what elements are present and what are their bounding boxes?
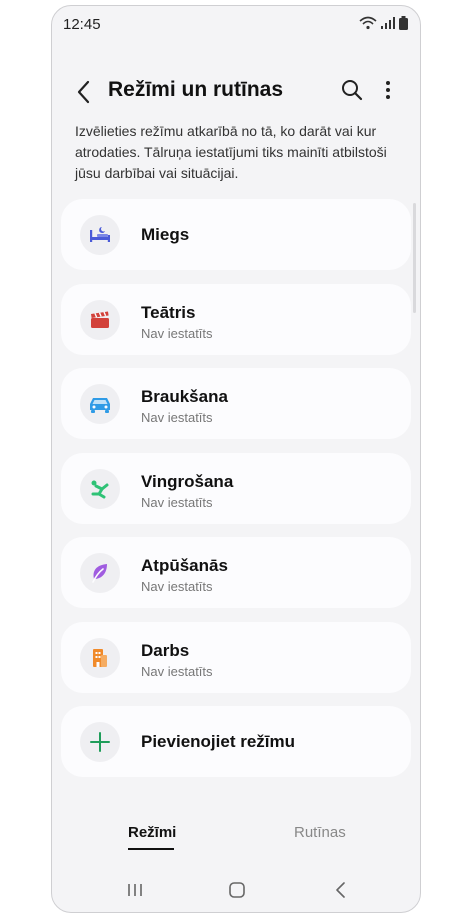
mode-name: Braukšana xyxy=(141,387,228,406)
status-icons xyxy=(359,16,408,30)
mode-icon-circle xyxy=(80,215,120,255)
clapperboard-icon xyxy=(91,311,109,328)
tab-routines[interactable]: Rutīnas xyxy=(294,824,346,841)
tab-modes[interactable]: Režīmi xyxy=(128,824,176,841)
mode-icon-circle xyxy=(80,722,120,762)
car-icon xyxy=(90,398,110,413)
mode-icon-circle xyxy=(80,299,120,340)
plus-icon xyxy=(90,732,110,752)
mode-name: Teātris xyxy=(141,302,196,322)
status-time: 12:45 xyxy=(63,16,101,33)
active-tab-indicator xyxy=(128,848,174,850)
mode-item-work[interactable]: Darbs Nav iestatīts xyxy=(61,621,411,693)
page-description: Izvēlieties režīmu atkarībā no tā, ko da… xyxy=(75,123,387,181)
home-icon[interactable] xyxy=(228,881,246,899)
mode-name: Darbs xyxy=(141,640,190,660)
mode-list: Miegs Teātris Nav iestatīts Braukšana Na… xyxy=(61,199,411,791)
mode-item-relax[interactable]: Atpūšanās Nav iestatīts xyxy=(61,537,411,608)
mode-icon-circle xyxy=(80,637,120,678)
mode-name: Atpūšanās xyxy=(141,556,228,575)
phone-screen: 12:45 Režīmi un rutīnas Izvēlieties režī… xyxy=(51,5,421,913)
mode-name: Miegs xyxy=(141,225,190,244)
recent-apps-icon[interactable] xyxy=(126,882,144,898)
bottom-tabs: Režīmi Rutīnas xyxy=(52,818,420,858)
mode-icon-circle xyxy=(80,553,120,593)
mode-icon-circle xyxy=(80,384,120,424)
nav-back-icon[interactable] xyxy=(334,881,348,899)
mode-name: Vingrošana xyxy=(141,471,234,491)
bed-icon xyxy=(90,227,110,242)
mode-item-driving[interactable]: Braukšana Nav iestatīts xyxy=(61,368,411,439)
mode-status: Nav iestatīts xyxy=(141,579,213,594)
leaf-icon xyxy=(92,564,107,583)
system-nav-bar xyxy=(52,876,420,906)
battery-icon xyxy=(399,16,408,30)
more-options-icon[interactable] xyxy=(378,78,398,102)
mode-status: Nav iestatīts xyxy=(141,663,213,679)
wifi-icon xyxy=(359,16,377,30)
mode-status: Nav iestatīts xyxy=(141,494,213,510)
signal-icon xyxy=(381,17,395,29)
mode-item-theater[interactable]: Teātris Nav iestatīts xyxy=(61,283,411,355)
page-title: Režīmi un rutīnas xyxy=(108,78,284,101)
exercise-icon xyxy=(91,480,109,498)
search-icon[interactable] xyxy=(340,78,364,102)
add-mode-button[interactable]: Pievienojiet režīmu xyxy=(61,706,411,777)
building-icon xyxy=(93,648,107,667)
back-arrow-icon[interactable] xyxy=(72,78,96,106)
mode-status: Nav iestatīts xyxy=(141,410,213,425)
scrollbar[interactable] xyxy=(413,203,416,313)
mode-icon-circle xyxy=(80,468,120,509)
mode-item-exercise[interactable]: Vingrošana Nav iestatīts xyxy=(61,452,411,524)
mode-status: Nav iestatīts xyxy=(141,325,213,341)
app-bar: Režīmi un rutīnas xyxy=(52,68,420,116)
status-bar: 12:45 xyxy=(52,6,420,42)
mode-item-sleep[interactable]: Miegs xyxy=(61,199,411,270)
add-mode-label: Pievienojiet režīmu xyxy=(141,732,295,751)
